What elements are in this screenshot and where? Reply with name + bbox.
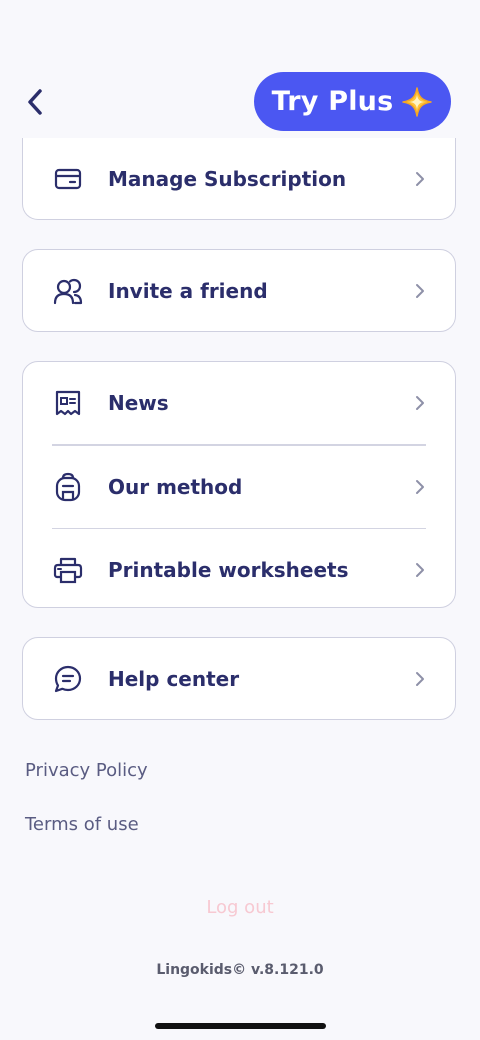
manage-subscription-item[interactable]: Manage Subscription <box>23 138 455 219</box>
chevron-right-icon <box>415 479 425 495</box>
printer-icon <box>53 555 83 585</box>
chevron-right-icon <box>415 671 425 687</box>
news-label: News <box>108 391 169 415</box>
log-out-button[interactable]: Log out <box>0 897 480 918</box>
subscription-card: Manage Subscription <box>22 138 456 220</box>
help-center-label: Help center <box>108 667 240 691</box>
info-card: News Our method Printable worksheets <box>22 361 456 608</box>
chat-bubble-icon <box>53 664 83 694</box>
chevron-right-icon <box>415 171 425 187</box>
chevron-left-icon <box>28 89 42 115</box>
app-version: Lingokids© v.8.121.0 <box>156 962 324 978</box>
chevron-right-icon <box>415 283 425 299</box>
our-method-item[interactable]: Our method <box>23 446 455 528</box>
users-icon <box>53 276 83 306</box>
backpack-icon <box>53 472 83 502</box>
help-card: Help center <box>22 637 456 720</box>
printable-worksheets-item[interactable]: Printable worksheets <box>23 529 455 607</box>
chevron-right-icon <box>415 562 425 578</box>
credit-card-icon <box>53 164 83 194</box>
manage-subscription-label: Manage Subscription <box>108 167 347 191</box>
printable-worksheets-label: Printable worksheets <box>108 558 349 582</box>
sparkle-icon <box>401 86 433 118</box>
news-item[interactable]: News <box>23 362 455 444</box>
invite-friend-item[interactable]: Invite a friend <box>23 250 455 331</box>
chevron-right-icon <box>415 395 425 411</box>
home-indicator[interactable] <box>155 1023 326 1029</box>
our-method-label: Our method <box>108 474 243 499</box>
try-plus-button[interactable]: Try Plus <box>254 72 451 131</box>
help-center-item[interactable]: Help center <box>23 638 455 719</box>
invite-card: Invite a friend <box>22 249 456 332</box>
newspaper-icon <box>53 388 83 418</box>
privacy-policy-link[interactable]: Privacy Policy <box>25 760 148 781</box>
terms-of-use-link[interactable]: Terms of use <box>25 814 139 835</box>
back-button[interactable] <box>20 84 50 120</box>
try-plus-label: Try Plus <box>271 86 394 117</box>
invite-friend-label: Invite a friend <box>108 279 268 303</box>
